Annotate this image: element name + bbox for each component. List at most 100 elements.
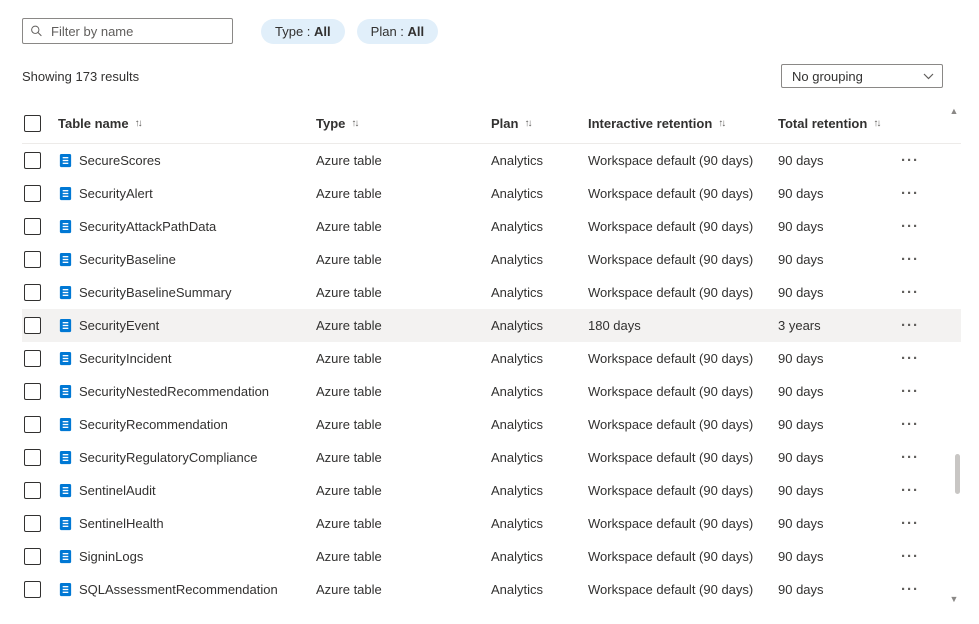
row-type: Azure table: [316, 582, 491, 597]
row-name: SQLAssessmentRecommendation: [79, 582, 278, 597]
row-name: SecurityNestedRecommendation: [79, 384, 269, 399]
row-plan: Analytics: [491, 417, 588, 432]
table-icon: [58, 516, 73, 531]
col-header-name[interactable]: Table name ↑↓: [58, 116, 316, 131]
table-icon: [58, 483, 73, 498]
row-type: Azure table: [316, 153, 491, 168]
row-interactive-retention: Workspace default (90 days): [588, 384, 778, 399]
more-actions-button[interactable]: ···: [896, 446, 924, 470]
grouping-dropdown[interactable]: No grouping: [781, 64, 943, 88]
row-checkbox[interactable]: [24, 284, 41, 301]
row-checkbox[interactable]: [24, 251, 41, 268]
select-all-checkbox[interactable]: [24, 115, 41, 132]
col-header-type[interactable]: Type ↑↓: [316, 116, 491, 131]
table-row[interactable]: SecurityAlert Azure table Analytics Work…: [22, 177, 961, 210]
more-actions-button[interactable]: ···: [896, 578, 924, 602]
row-total-retention: 90 days: [778, 219, 896, 234]
more-actions-button[interactable]: ···: [896, 413, 924, 437]
table-row[interactable]: SecurityRegulatoryCompliance Azure table…: [22, 441, 961, 474]
table-icon: [58, 582, 73, 597]
row-total-retention: 3 years: [778, 318, 896, 333]
row-plan: Analytics: [491, 318, 588, 333]
col-header-interactive[interactable]: Interactive retention ↑↓: [588, 116, 778, 131]
scroll-up-arrow-icon: ▲: [949, 106, 959, 116]
row-checkbox[interactable]: [24, 383, 41, 400]
sort-icon: ↑↓: [718, 118, 724, 129]
table-row[interactable]: SecurityBaseline Azure table Analytics W…: [22, 243, 961, 276]
row-checkbox[interactable]: [24, 581, 41, 598]
row-plan: Analytics: [491, 582, 588, 597]
table-row[interactable]: SQLAssessmentRecommendation Azure table …: [22, 573, 961, 606]
table-icon: [58, 384, 73, 399]
row-checkbox[interactable]: [24, 548, 41, 565]
row-name: SentinelAudit: [79, 483, 156, 498]
search-box[interactable]: [22, 18, 233, 44]
row-checkbox[interactable]: [24, 515, 41, 532]
filter-plan-label: Plan :: [371, 24, 408, 39]
more-actions-button[interactable]: ···: [896, 215, 924, 239]
table-row[interactable]: SecurityIncident Azure table Analytics W…: [22, 342, 961, 375]
row-name: SecurityBaseline: [79, 252, 176, 267]
row-checkbox[interactable]: [24, 482, 41, 499]
table-row[interactable]: SecurityNestedRecommendation Azure table…: [22, 375, 961, 408]
filter-type-pill[interactable]: Type : All: [261, 19, 345, 44]
more-actions-button[interactable]: ···: [896, 479, 924, 503]
more-actions-button[interactable]: ···: [896, 182, 924, 206]
row-checkbox[interactable]: [24, 218, 41, 235]
sort-icon: ↑↓: [873, 118, 879, 129]
row-type: Azure table: [316, 417, 491, 432]
row-total-retention: 90 days: [778, 483, 896, 498]
row-total-retention: 90 days: [778, 549, 896, 564]
col-header-plan-label: Plan: [491, 116, 518, 131]
row-interactive-retention: Workspace default (90 days): [588, 450, 778, 465]
row-plan: Analytics: [491, 450, 588, 465]
table-row[interactable]: SentinelHealth Azure table Analytics Wor…: [22, 507, 961, 540]
row-name: SecurityAttackPathData: [79, 219, 216, 234]
row-plan: Analytics: [491, 186, 588, 201]
row-checkbox[interactable]: [24, 152, 41, 169]
filter-plan-pill[interactable]: Plan : All: [357, 19, 438, 44]
table-row[interactable]: SigninLogs Azure table Analytics Workspa…: [22, 540, 961, 573]
col-header-plan[interactable]: Plan ↑↓: [491, 116, 588, 131]
table-row[interactable]: SentinelAudit Azure table Analytics Work…: [22, 474, 961, 507]
row-checkbox[interactable]: [24, 416, 41, 433]
row-checkbox[interactable]: [24, 449, 41, 466]
row-checkbox[interactable]: [24, 350, 41, 367]
more-actions-button[interactable]: ···: [896, 248, 924, 272]
table-row[interactable]: SecurityEvent Azure table Analytics 180 …: [22, 309, 961, 342]
grouping-selected-text: No grouping: [792, 69, 863, 84]
table-row[interactable]: SecureScores Azure table Analytics Works…: [22, 144, 961, 177]
row-total-retention: 90 days: [778, 516, 896, 531]
more-actions-button[interactable]: ···: [896, 281, 924, 305]
row-interactive-retention: Workspace default (90 days): [588, 549, 778, 564]
more-actions-button[interactable]: ···: [896, 314, 924, 338]
row-total-retention: 90 days: [778, 285, 896, 300]
filter-type-label: Type :: [275, 24, 314, 39]
table-row[interactable]: SecurityAttackPathData Azure table Analy…: [22, 210, 961, 243]
col-header-total-label: Total retention: [778, 116, 867, 131]
table-row[interactable]: SecurityBaselineSummary Azure table Anal…: [22, 276, 961, 309]
scrollbar-thumb[interactable]: [955, 454, 960, 494]
more-actions-button[interactable]: ···: [896, 512, 924, 536]
row-type: Azure table: [316, 252, 491, 267]
row-interactive-retention: Workspace default (90 days): [588, 219, 778, 234]
filter-by-name-input[interactable]: [22, 18, 233, 44]
more-actions-button[interactable]: ···: [896, 347, 924, 371]
row-type: Azure table: [316, 516, 491, 531]
table-icon: [58, 153, 73, 168]
row-name: SecurityRegulatoryCompliance: [79, 450, 257, 465]
row-total-retention: 90 days: [778, 186, 896, 201]
row-type: Azure table: [316, 186, 491, 201]
more-actions-button[interactable]: ···: [896, 545, 924, 569]
row-name: SecurityAlert: [79, 186, 153, 201]
table-row[interactable]: SecurityRecommendation Azure table Analy…: [22, 408, 961, 441]
row-checkbox[interactable]: [24, 185, 41, 202]
chevron-down-icon: [923, 73, 934, 80]
col-header-total[interactable]: Total retention ↑↓: [778, 116, 896, 131]
results-count-text: Showing 173 results: [22, 69, 139, 84]
row-checkbox[interactable]: [24, 317, 41, 334]
more-actions-button[interactable]: ···: [896, 380, 924, 404]
row-type: Azure table: [316, 549, 491, 564]
row-plan: Analytics: [491, 153, 588, 168]
more-actions-button[interactable]: ···: [896, 149, 924, 173]
